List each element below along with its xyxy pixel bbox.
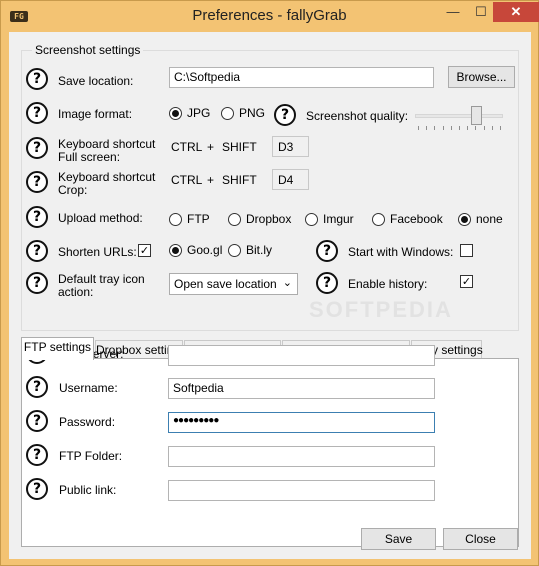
minimize-button[interactable]: —: [439, 2, 467, 22]
help-icon[interactable]: ?: [26, 272, 48, 294]
format-jpg-radio[interactable]: [169, 107, 182, 120]
format-jpg-label: JPG: [187, 106, 211, 120]
shortener-bitly-label: Bit.ly: [246, 243, 273, 257]
upload-dropbox-radio[interactable]: [228, 213, 241, 226]
start-with-windows-checkbox[interactable]: [460, 244, 473, 257]
help-icon[interactable]: ?: [26, 171, 48, 193]
upload-none-label: none: [476, 212, 503, 226]
help-icon[interactable]: ?: [26, 444, 48, 466]
help-icon[interactable]: ?: [26, 240, 48, 262]
slider-tick: [475, 126, 477, 130]
slider-tick: [426, 126, 428, 130]
upload-ftp-radio[interactable]: [169, 213, 182, 226]
help-icon[interactable]: ?: [316, 272, 338, 294]
client-area: Screenshot settings ? Save location: C:\…: [9, 32, 531, 559]
public-link-input[interactable]: [168, 480, 435, 501]
tray-action-label-1: Default tray icon: [58, 272, 145, 286]
chevron-down-icon: ⌄: [282, 277, 292, 289]
kb-fullscreen-shift: SHIFT: [222, 140, 257, 154]
browse-button[interactable]: Browse...: [448, 66, 515, 88]
help-icon[interactable]: ?: [26, 410, 48, 432]
slider-tick: [467, 126, 469, 130]
title-bar[interactable]: FG Preferences - fallyGrab — ☐ ✕: [1, 1, 539, 31]
close-window-button[interactable]: ✕: [493, 2, 539, 22]
upload-method-label: Upload method:: [58, 211, 143, 225]
slider-tick: [450, 126, 452, 130]
tray-action-label-2: action:: [58, 285, 94, 299]
maximize-button[interactable]: ☐: [467, 2, 495, 22]
upload-facebook-label: Facebook: [390, 212, 443, 226]
public-link-label: Public link:: [59, 483, 117, 497]
kb-fullscreen-label-2: Full screen:: [58, 150, 121, 164]
kb-fullscreen-plus: +: [207, 140, 215, 154]
slider-tick: [483, 126, 485, 130]
preferences-window: FG Preferences - fallyGrab — ☐ ✕ Screens…: [0, 0, 539, 566]
kb-crop-ctrl: CTRL: [171, 173, 203, 187]
kb-crop-plus: +: [207, 173, 215, 187]
ftp-folder-label: FTP Folder:: [59, 449, 123, 463]
help-icon[interactable]: ?: [26, 68, 48, 90]
kb-crop-shift: SHIFT: [222, 173, 257, 187]
help-icon[interactable]: ?: [274, 104, 296, 126]
upload-dropbox-label: Dropbox: [246, 212, 292, 226]
format-png-radio[interactable]: [221, 107, 234, 120]
start-with-windows-label: Start with Windows:: [348, 245, 454, 259]
shortener-bitly-radio[interactable]: [228, 244, 241, 257]
password-label: Password:: [59, 415, 116, 429]
slider-tick: [500, 126, 501, 130]
slider-tick: [434, 126, 436, 130]
kb-crop-label-2: Crop:: [58, 183, 88, 197]
help-icon[interactable]: ?: [316, 240, 338, 262]
image-format-label: Image format:: [58, 107, 133, 121]
format-png-label: PNG: [239, 106, 266, 120]
enable-history-checkbox[interactable]: ✓: [460, 275, 473, 288]
tray-action-select[interactable]: Open save location ⌄: [169, 273, 298, 295]
shortener-googl-radio[interactable]: [169, 244, 182, 257]
password-input[interactable]: ●●●●●●●●●: [168, 412, 435, 433]
kb-crop-key-field[interactable]: D4: [272, 169, 309, 190]
help-icon[interactable]: ?: [26, 206, 48, 228]
shorten-urls-checkbox[interactable]: ✓: [138, 244, 151, 257]
ftp-server-input[interactable]: [168, 345, 435, 366]
screenshot-quality-label: Screenshot quality:: [306, 109, 409, 123]
enable-history-label: Enable history:: [348, 277, 428, 291]
slider-tick: [491, 126, 493, 130]
username-label: Username:: [59, 381, 118, 395]
save-button[interactable]: Save: [361, 528, 436, 550]
upload-imgur-label: Imgur: [323, 212, 354, 226]
kb-fullscreen-label-1: Keyboard shortcut: [58, 137, 156, 151]
upload-none-radio[interactable]: [458, 213, 471, 226]
kb-fullscreen-ctrl: CTRL: [171, 140, 203, 154]
save-location-label: Save location:: [58, 74, 134, 88]
tray-action-value: Open save location: [174, 277, 277, 291]
upload-facebook-radio[interactable]: [372, 213, 385, 226]
kb-crop-label-1: Keyboard shortcut: [58, 170, 156, 184]
help-icon[interactable]: ?: [26, 137, 48, 159]
slider-tick: [442, 126, 444, 130]
slider-tick: [459, 126, 460, 130]
save-location-input[interactable]: C:\Softpedia: [169, 67, 434, 88]
shorten-urls-label: Shorten URLs:: [58, 245, 137, 259]
help-icon[interactable]: ?: [26, 102, 48, 124]
kb-fullscreen-key-field[interactable]: D3: [272, 136, 309, 157]
ftp-folder-input[interactable]: [168, 446, 435, 467]
help-icon[interactable]: ?: [26, 376, 48, 398]
tab-ftp-settings[interactable]: FTP settings: [21, 337, 94, 360]
username-input[interactable]: Softpedia: [168, 378, 435, 399]
shortener-googl-label: Goo.gl: [187, 243, 223, 257]
quality-slider-thumb[interactable]: [470, 106, 482, 125]
quality-slider-track[interactable]: [415, 114, 503, 118]
group-title: Screenshot settings: [32, 43, 144, 57]
help-icon[interactable]: ?: [26, 478, 48, 500]
close-button[interactable]: Close: [443, 528, 518, 550]
upload-ftp-label: FTP: [187, 212, 210, 226]
upload-imgur-radio[interactable]: [305, 213, 318, 226]
slider-tick: [418, 126, 419, 130]
